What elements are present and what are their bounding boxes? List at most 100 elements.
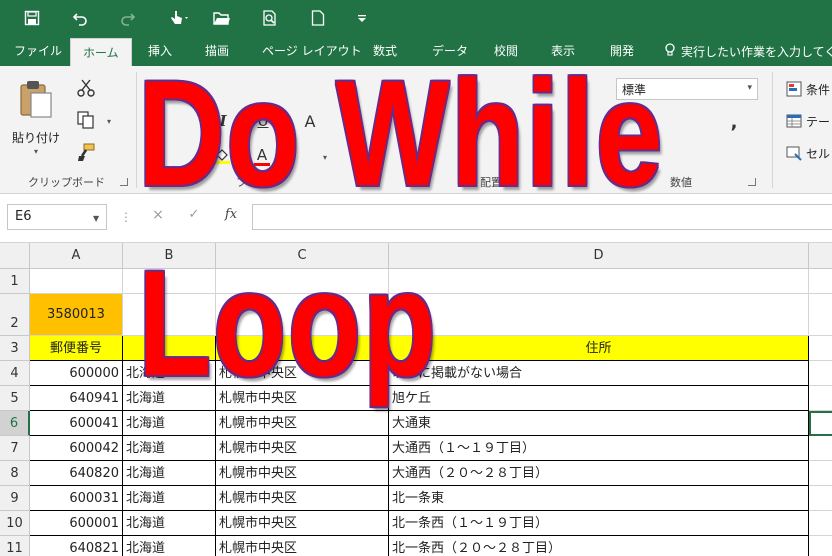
cell-b10[interactable]: 北海道: [123, 511, 216, 536]
cell-c10[interactable]: 札幌市中央区: [216, 511, 389, 536]
copy-dropdown-icon[interactable]: ▾: [104, 116, 114, 126]
format-painter-icon[interactable]: [74, 140, 98, 164]
cell-c8[interactable]: 札幌市中央区: [216, 461, 389, 486]
group-divider: [772, 72, 773, 188]
quick-access-toolbar: [0, 0, 832, 36]
row-header[interactable]: 10: [0, 511, 30, 536]
cell-a7[interactable]: 600042: [30, 436, 123, 461]
cell-a1[interactable]: [30, 269, 123, 294]
cell-d8[interactable]: 大通西（２０～２８丁目）: [389, 461, 809, 486]
comma-style-button[interactable]: ,: [724, 110, 744, 134]
print-preview-icon[interactable]: [258, 0, 282, 36]
cell-d1[interactable]: [389, 269, 809, 294]
row-header[interactable]: 7: [0, 436, 30, 461]
cell-e11[interactable]: [809, 536, 832, 556]
format-as-table-button[interactable]: テー: [786, 110, 832, 132]
open-folder-icon[interactable]: [210, 0, 234, 36]
select-all-corner[interactable]: [0, 243, 30, 269]
cell-d5[interactable]: 旭ケ丘: [389, 386, 809, 411]
cell-e9[interactable]: [809, 486, 832, 511]
row-header[interactable]: 11: [0, 536, 30, 556]
cell-a4[interactable]: 600000: [30, 361, 123, 386]
clipboard-launcher-icon[interactable]: [120, 178, 128, 186]
row-header[interactable]: 2: [0, 294, 30, 336]
cell-e5[interactable]: [809, 386, 832, 411]
cell-d4[interactable]: 以下に掲載がない場合: [389, 361, 809, 386]
conditional-formatting-label: 条件: [806, 82, 831, 97]
cell-e7[interactable]: [809, 436, 832, 461]
conditional-formatting-icon: [786, 81, 802, 97]
row-header[interactable]: 1: [0, 269, 30, 294]
row-header[interactable]: 8: [0, 461, 30, 486]
cell-c11[interactable]: 札幌市中央区: [216, 536, 389, 556]
customize-toolbar-icon[interactable]: [354, 0, 370, 36]
cell-a6[interactable]: 600041: [30, 411, 123, 436]
redo-icon[interactable]: [116, 0, 140, 36]
tab-home[interactable]: ホーム: [70, 38, 132, 66]
cell-styles-button[interactable]: セル: [786, 142, 832, 164]
cell-styles-icon: [786, 146, 802, 161]
cell-b6[interactable]: 北海道: [123, 411, 216, 436]
cell-a5[interactable]: 640941: [30, 386, 123, 411]
formula-bar-splitter[interactable]: ⋮: [120, 209, 132, 225]
paste-dropdown-icon[interactable]: ▾: [30, 146, 42, 156]
table-icon: [786, 114, 802, 128]
cell-a8[interactable]: 640820: [30, 461, 123, 486]
cell-c6[interactable]: 札幌市中央区: [216, 411, 389, 436]
cell-e6[interactable]: [809, 411, 832, 436]
cell-c7[interactable]: 札幌市中央区: [216, 436, 389, 461]
lightbulb-icon: [664, 42, 676, 60]
cell-e1[interactable]: [809, 269, 832, 294]
clipboard-group-label: クリップボード: [28, 176, 105, 189]
cell-a3[interactable]: 郵便番号: [30, 336, 123, 361]
cell-e8[interactable]: [809, 461, 832, 486]
cell-d6[interactable]: 大通東: [389, 411, 809, 436]
cell-c9[interactable]: 札幌市中央区: [216, 486, 389, 511]
cell-d9[interactable]: 北一条東: [389, 486, 809, 511]
column-header-e[interactable]: [809, 243, 832, 269]
cell-e3[interactable]: [809, 336, 832, 361]
undo-icon[interactable]: [68, 0, 92, 36]
group-divider: [136, 72, 137, 188]
row-header[interactable]: 3: [0, 336, 30, 361]
cell-a2[interactable]: 3580013: [30, 294, 123, 336]
cell-d10[interactable]: 北一条西（１～１９丁目）: [389, 511, 809, 536]
row-header[interactable]: 9: [0, 486, 30, 511]
touch-mode-icon[interactable]: [164, 0, 196, 36]
cell-d2[interactable]: [389, 294, 809, 336]
number-launcher-icon[interactable]: [748, 178, 756, 186]
paste-icon[interactable]: [14, 78, 58, 122]
cell-d11[interactable]: 北一条西（２０～２８丁目）: [389, 536, 809, 556]
cell-b7[interactable]: 北海道: [123, 436, 216, 461]
paste-button[interactable]: 貼り付け: [12, 128, 60, 146]
tab-file[interactable]: ファイル: [14, 36, 62, 66]
cell-b11[interactable]: 北海道: [123, 536, 216, 556]
column-header-a[interactable]: A: [30, 243, 123, 269]
cell-d3[interactable]: 住所: [389, 336, 809, 361]
cell-b9[interactable]: 北海道: [123, 486, 216, 511]
new-file-icon[interactable]: [306, 0, 330, 36]
cell-e10[interactable]: [809, 511, 832, 536]
row-header[interactable]: 6: [0, 411, 30, 436]
conditional-formatting-button[interactable]: 条件: [786, 78, 832, 100]
cell-e2[interactable]: [809, 294, 832, 336]
row-header[interactable]: 5: [0, 386, 30, 411]
row-header[interactable]: 4: [0, 361, 30, 386]
cell-d7[interactable]: 大通西（１～１９丁目）: [389, 436, 809, 461]
tell-me-text: 実行したい作業を入力してください: [681, 44, 832, 59]
cut-icon[interactable]: [74, 76, 98, 100]
tell-me-box[interactable]: 実行したい作業を入力してください: [664, 36, 832, 66]
cell-a10[interactable]: 600001: [30, 511, 123, 536]
cell-styles-label: セル: [806, 146, 831, 161]
name-box-dropdown-icon[interactable]: ▼: [93, 214, 99, 223]
overlay-title-line2: Loop: [138, 239, 438, 407]
copy-icon[interactable]: [74, 108, 98, 132]
name-box[interactable]: E6: [7, 204, 107, 230]
cell-a9[interactable]: 600031: [30, 486, 123, 511]
cell-a11[interactable]: 640821: [30, 536, 123, 556]
column-header-d[interactable]: D: [389, 243, 809, 269]
cell-e4[interactable]: [809, 361, 832, 386]
cell-b8[interactable]: 北海道: [123, 461, 216, 486]
save-icon[interactable]: [20, 0, 44, 36]
overlay-title-line1: Do While: [138, 49, 665, 217]
